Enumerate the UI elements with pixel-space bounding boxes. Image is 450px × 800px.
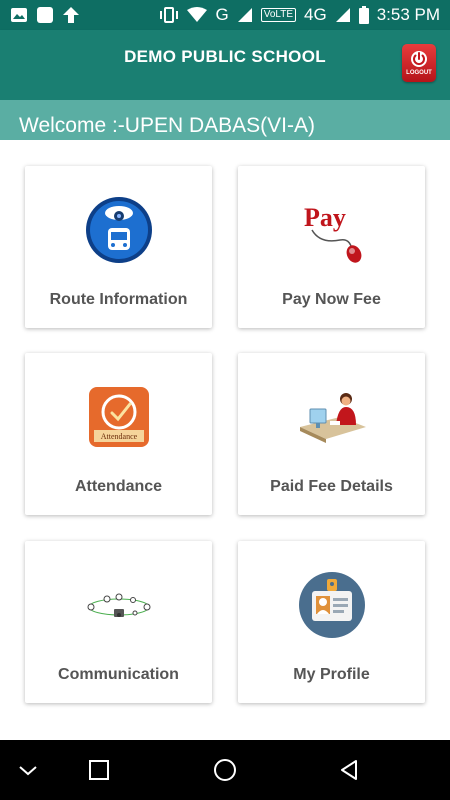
power-icon [411,51,427,67]
system-nav-bar [0,740,450,800]
clock: 3:53 PM [376,5,440,24]
welcome-banner: Welcome :-UPEN DABAS(VI-A) [0,100,450,140]
desk-person-icon [296,381,368,453]
nav-chevron-down-button[interactable] [13,755,43,785]
nav-home-button[interactable] [210,755,240,785]
logout-label: LOGOUT [406,70,432,76]
app-bar: DEMO PUBLIC SCHOOL LOGOUT [0,30,450,100]
network-type-label: G [215,5,229,24]
tile-route-information[interactable]: Route Information [25,166,212,328]
bus-camera-icon [83,194,155,266]
welcome-text: Welcome :-UPEN DABAS(VI-A) [19,114,315,137]
signal-icon-2 [335,7,351,23]
square-app-icon [36,6,54,24]
menu-grid: Route Information Pay Pay Now Fee Attend… [0,140,450,740]
image-icon [10,7,28,23]
nav-recents-button[interactable] [84,755,114,785]
nav-back-button[interactable] [334,755,364,785]
pay-mouse-icon: Pay [296,194,368,266]
tile-pay-now-fee[interactable]: Pay Pay Now Fee [238,166,425,328]
volte-badge: VoLTE [260,8,296,22]
attendance-clock-icon: Attendance [83,381,155,453]
signal-icon [237,7,253,23]
logout-button[interactable]: LOGOUT [402,44,436,82]
battery-icon [358,6,369,24]
status-bar-right: G VoLTE 4G 3:53 PM [159,5,440,25]
chevron-down-icon [19,766,37,776]
tile-label: Pay Now Fee [282,291,381,308]
circle-icon [214,759,236,781]
status-bar-left [10,6,80,24]
tile-attendance[interactable]: Attendance Attendance [25,353,212,515]
tile-my-profile[interactable]: My Profile [238,541,425,703]
vibrate-icon [159,6,179,24]
app-title: DEMO PUBLIC SCHOOL [124,47,326,66]
status-bar: G VoLTE 4G 3:53 PM [0,0,450,30]
id-badge-icon [296,569,368,641]
tile-label: Route Information [49,291,188,308]
upload-arrow-icon [62,6,80,24]
tile-communication[interactable]: Communication [25,541,212,703]
back-triangle-icon [341,760,357,780]
svg-text:Attendance: Attendance [100,432,137,441]
svg-text:Pay: Pay [304,203,346,232]
communication-network-icon [83,569,155,641]
square-icon [89,760,109,780]
tile-label: My Profile [293,666,370,683]
tile-label: Attendance [74,478,163,495]
tile-paid-fee-details[interactable]: Paid Fee Details [238,353,425,515]
lte-label: 4G [304,5,327,24]
tile-label: Communication [58,666,179,683]
tile-label: Paid Fee Details [270,478,393,495]
wifi-icon [187,7,208,23]
